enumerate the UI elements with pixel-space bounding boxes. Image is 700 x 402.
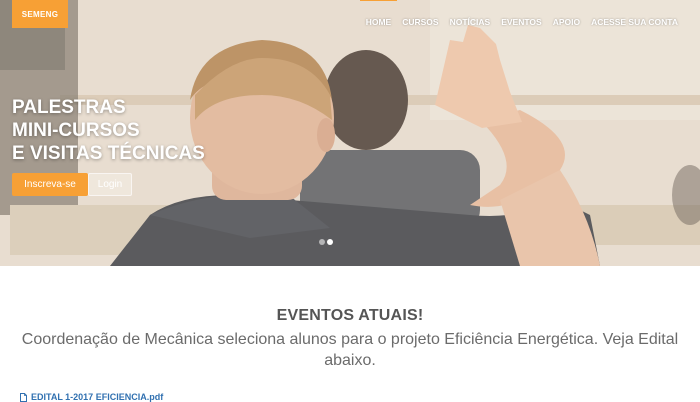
site-logo[interactable]: SEMENG [12,0,68,28]
carousel-dot-2[interactable] [327,239,333,245]
nav-apoio[interactable]: APOIO [553,17,580,27]
section-description: Coordenação de Mecânica seleciona alunos… [21,331,679,369]
nav-noticias[interactable]: NOTÍCIAS [450,17,491,27]
edital-file-link[interactable]: EDITAL 1-2017 EFICIENCIA.pdf [20,392,163,402]
hero-headline: PALESTRAS MINI-CURSOS E VISITAS TÉCNICAS [12,96,205,165]
headline-line-3: E VISITAS TÉCNICAS [12,143,205,164]
login-button[interactable]: Login [88,173,132,196]
nav-cursos[interactable]: CURSOS [402,17,438,27]
nav-eventos[interactable]: EVENTOS [501,17,541,27]
section-title: EVENTOS ATUAIS! [276,307,424,324]
carousel-indicators [319,239,333,245]
nav-acesse-sua-conta[interactable]: ACESSE SUA CONTA [591,17,678,27]
headline-line-2: MINI-CURSOS [12,120,140,141]
hero-banner: SEMENG HOME CURSOS NOTÍCIAS EVENTOS APOI… [0,0,700,266]
file-icon [20,392,27,402]
signup-button[interactable]: Inscreva-se [12,173,88,196]
carousel-dot-1[interactable] [319,239,325,245]
main-nav: HOME CURSOS NOTÍCIAS EVENTOS APOIO ACESS… [355,0,678,44]
headline-line-1: PALESTRAS [12,97,126,118]
nav-home[interactable]: HOME [359,0,397,27]
file-link-label: EDITAL 1-2017 EFICIENCIA.pdf [31,392,164,402]
